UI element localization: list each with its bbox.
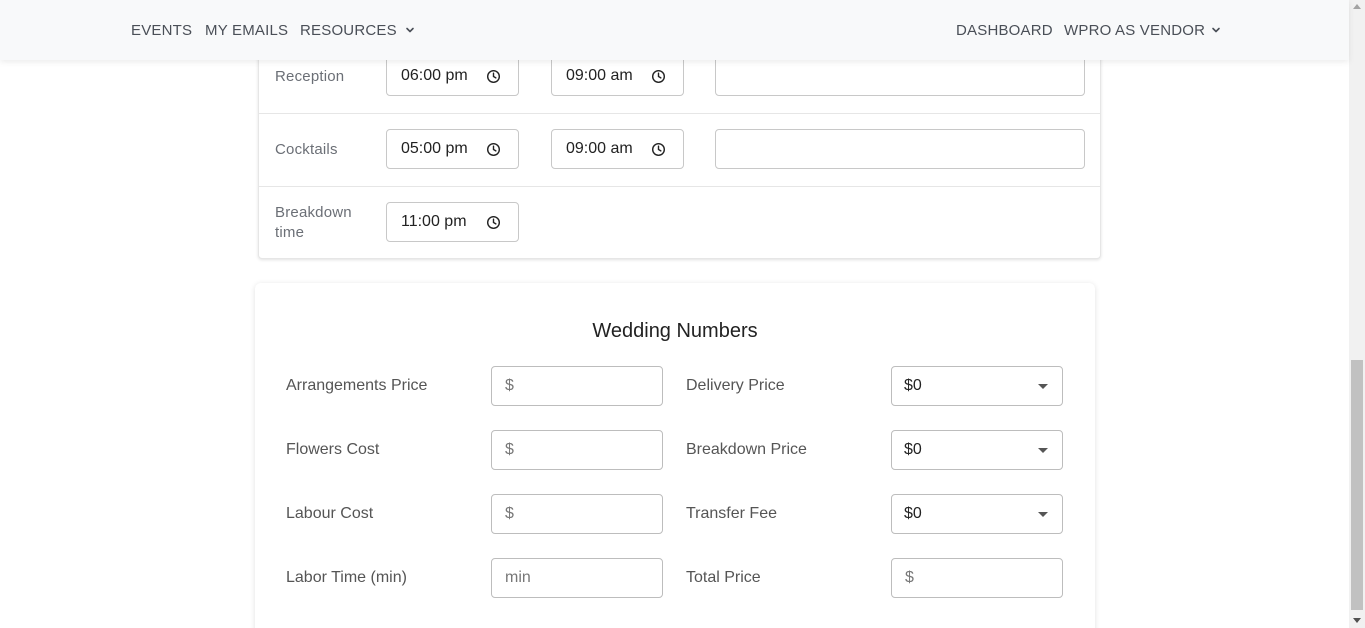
labor-time-input[interactable]: min — [491, 558, 663, 598]
scrollbar-thumb[interactable] — [1351, 360, 1363, 610]
section-title: Wedding Numbers — [592, 320, 758, 342]
delivery-price-select[interactable]: $0 — [891, 366, 1063, 406]
clock-icon[interactable] — [651, 142, 666, 157]
clock-icon[interactable] — [486, 142, 501, 157]
chevron-down-icon — [406, 27, 414, 33]
clock-icon[interactable] — [651, 69, 666, 84]
nav-dashboard-label: DASHBOARD — [956, 21, 1053, 39]
clock-icon[interactable] — [486, 215, 501, 230]
end-time-value: 09:00 am — [566, 140, 633, 157]
input-placeholder: $ — [505, 377, 514, 394]
flowers-cost-input[interactable]: $ — [491, 430, 663, 470]
nav-events[interactable]: EVENTS — [131, 20, 192, 40]
scroll-down-arrow-icon[interactable] — [1353, 618, 1361, 623]
end-time-input[interactable]: 09:00 am — [551, 56, 684, 96]
total-price-input[interactable]: $ — [891, 558, 1063, 598]
transfer-fee-label: Transfer Fee — [686, 505, 777, 522]
end-time-input[interactable]: 09:00 am — [551, 129, 684, 169]
scroll-up-arrow-icon[interactable] — [1353, 4, 1361, 9]
nav-resources-dropdown[interactable]: RESOURCES — [300, 20, 417, 40]
schedule-label-line2: time — [275, 224, 305, 241]
chevron-down-icon — [1212, 27, 1220, 33]
nav-my-emails[interactable]: MY EMAILS — [205, 20, 288, 40]
start-time-input[interactable]: 05:00 pm — [386, 129, 519, 169]
nav-vendor-dropdown[interactable]: WPRO AS VENDOR — [1064, 20, 1223, 40]
transfer-fee-select[interactable]: $0 — [891, 494, 1063, 534]
start-time-value: 06:00 pm — [401, 67, 468, 84]
input-placeholder: min — [505, 569, 531, 586]
select-value: $0 — [904, 377, 922, 394]
page: EVENTS MY EMAILS RESOURCES DASHBOARD WPR… — [0, 0, 1365, 628]
start-time-input[interactable]: 11:00 pm — [386, 202, 519, 242]
labour-cost-input[interactable]: $ — [491, 494, 663, 534]
clock-icon[interactable] — [486, 69, 501, 84]
arrangements-price-label: Arrangements Price — [286, 377, 428, 394]
nav-dashboard[interactable]: DASHBOARD — [956, 20, 1053, 40]
schedule-label: Cocktails — [275, 141, 338, 158]
input-placeholder: $ — [505, 441, 514, 458]
schedule-label: Reception — [275, 68, 345, 85]
schedule-card: Reception 06:00 pm 09:00 am Cocktails 05… — [258, 40, 1101, 259]
schedule-note-input[interactable] — [715, 56, 1085, 96]
schedule-note-input[interactable] — [715, 129, 1085, 169]
start-time-value: 11:00 pm — [401, 213, 467, 230]
caret-down-icon — [1038, 512, 1048, 517]
nav-vendor-label: WPRO AS VENDOR — [1064, 21, 1206, 39]
start-time-input[interactable]: 06:00 pm — [386, 56, 519, 96]
nav-events-label: EVENTS — [131, 21, 193, 39]
schedule-row-cocktails: Cocktails 05:00 pm 09:00 am — [259, 114, 1100, 187]
input-placeholder: $ — [505, 505, 514, 522]
breakdown-price-label: Breakdown Price — [686, 441, 807, 458]
caret-down-icon — [1038, 448, 1048, 453]
end-time-value: 09:00 am — [566, 67, 633, 84]
schedule-label: Breakdown time — [275, 203, 352, 243]
select-value: $0 — [904, 505, 922, 522]
select-value: $0 — [904, 441, 922, 458]
nav-resources-label: RESOURCES — [300, 21, 397, 39]
arrangements-price-input[interactable]: $ — [491, 366, 663, 406]
flowers-cost-label: Flowers Cost — [286, 441, 380, 458]
schedule-label-line1: Breakdown — [275, 204, 352, 221]
input-placeholder: $ — [905, 569, 914, 586]
total-price-label: Total Price — [686, 569, 761, 586]
top-navbar: EVENTS MY EMAILS RESOURCES DASHBOARD WPR… — [0, 0, 1349, 60]
labor-time-label: Labor Time (min) — [286, 569, 407, 586]
nav-my-emails-label: MY EMAILS — [205, 21, 289, 39]
delivery-price-label: Delivery Price — [686, 377, 785, 394]
labour-cost-label: Labour Cost — [286, 505, 374, 522]
breakdown-price-select[interactable]: $0 — [891, 430, 1063, 470]
caret-down-icon — [1038, 384, 1048, 389]
wedding-numbers-card: Wedding Numbers Arrangements Price $ Flo… — [255, 283, 1095, 628]
schedule-row-breakdown: Breakdown time 11:00 pm — [259, 187, 1100, 260]
start-time-value: 05:00 pm — [401, 140, 468, 157]
